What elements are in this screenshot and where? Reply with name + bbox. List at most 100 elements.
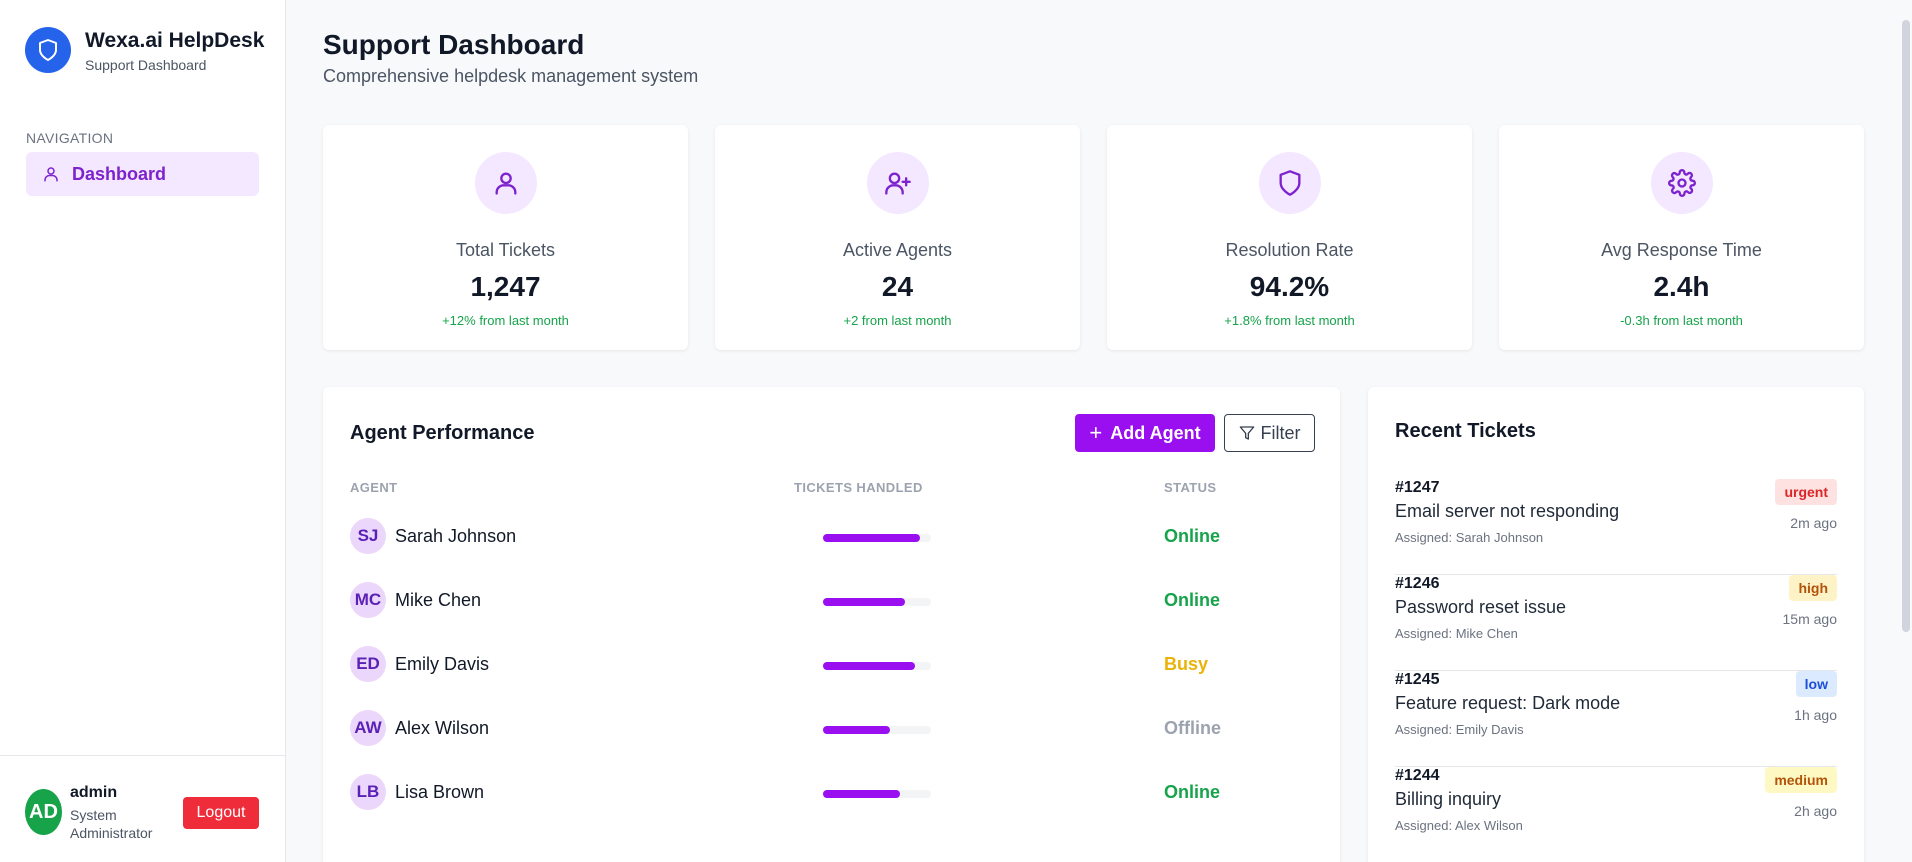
stat-card-resolution-rate: Resolution Rate 94.2% +1.8% from last mo… <box>1107 125 1472 350</box>
ticket-title: Billing inquiry <box>1395 789 1502 809</box>
table-row[interactable]: AW Alex Wilson Offline <box>350 708 1320 748</box>
scrollbar[interactable] <box>1902 20 1910 632</box>
tickets-progress-fill <box>823 790 900 798</box>
table-row[interactable]: SJ Sarah Johnson Online <box>350 516 1320 556</box>
brand: Wexa.ai HelpDesk Support Dashboard <box>25 27 264 73</box>
user-role: System Administrator <box>70 807 153 841</box>
stat-change: -0.3h from last month <box>1620 313 1743 328</box>
table-row[interactable]: LB Lisa Brown Online <box>350 772 1320 812</box>
status-label: Online <box>1164 590 1221 610</box>
column-header-tickets-handled: TICKETS HANDLED <box>794 480 923 495</box>
avatar: LB <box>350 774 386 810</box>
status-label: Offline <box>1164 718 1221 738</box>
avatar: SJ <box>350 518 386 554</box>
ticket-id: #1245 <box>1395 671 1440 688</box>
recent-tickets-card: Recent Tickets #1247 Email server not re… <box>1368 387 1864 862</box>
column-header-agent: AGENT <box>350 480 398 495</box>
page-subtitle: Comprehensive helpdesk management system <box>323 66 699 86</box>
add-agent-button[interactable]: + Add Agent <box>1075 414 1215 452</box>
status-badge: low <box>1795 671 1837 697</box>
stat-value: 1,247 <box>470 271 541 302</box>
tickets-progress-bar <box>823 534 931 542</box>
avatar: AD <box>25 789 62 835</box>
user-plus-icon <box>866 152 929 214</box>
stat-card-total-tickets: Total Tickets 1,247 +12% from last month <box>323 125 688 350</box>
agent-name: Emily Davis <box>395 654 490 674</box>
agent-name: Alex Wilson <box>395 718 490 738</box>
filter-button[interactable]: Filter <box>1224 414 1315 452</box>
page-title: Support Dashboard <box>323 29 585 60</box>
stat-value: 24 <box>881 271 914 302</box>
ticket-time: 2m ago <box>1790 515 1837 531</box>
stat-card-active-agents: Active Agents 24 +2 from last month <box>715 125 1080 350</box>
brand-subtitle: Support Dashboard <box>85 56 207 73</box>
ticket-time: 2h ago <box>1794 803 1837 819</box>
sidebar: Wexa.ai HelpDesk Support Dashboard NAVIG… <box>0 0 286 862</box>
list-item[interactable]: #1247 Email server not responding Assign… <box>1395 479 1837 575</box>
add-agent-label: Add Agent <box>1110 422 1201 443</box>
tickets-progress-bar <box>823 662 931 670</box>
stat-card-avg-response-time: Avg Response Time 2.4h -0.3h from last m… <box>1499 125 1864 350</box>
stat-change: +2 from last month <box>843 313 952 328</box>
stat-label: Avg Response Time <box>1601 240 1762 260</box>
ticket-assignee: Assigned: Emily Davis <box>1395 722 1524 737</box>
ticket-id: #1244 <box>1395 767 1440 784</box>
ticket-assignee: Assigned: Mike Chen <box>1395 626 1518 641</box>
nav-section-label: NAVIGATION <box>26 130 114 146</box>
avatar: ED <box>350 646 386 682</box>
tickets-progress-bar <box>823 726 931 734</box>
agent-performance-title: Agent Performance <box>350 422 535 444</box>
stat-label: Total Tickets <box>455 240 556 260</box>
shield-icon <box>1258 152 1321 214</box>
user-name: admin <box>70 784 118 801</box>
status-badge: high <box>1789 575 1837 601</box>
status-badge: urgent <box>1775 479 1837 505</box>
user-icon <box>44 167 58 182</box>
stat-label: Resolution Rate <box>1225 240 1354 260</box>
filter-label: Filter <box>1260 422 1301 443</box>
user-panel: AD admin System Administrator Logout <box>0 755 286 862</box>
table-row[interactable]: MC Mike Chen Online <box>350 580 1320 620</box>
gear-icon <box>1650 152 1713 214</box>
sidebar-item-label: Dashboard <box>72 163 167 184</box>
agent-name: Lisa Brown <box>395 782 485 802</box>
tickets-progress-fill <box>823 598 906 606</box>
avatar: MC <box>350 582 386 618</box>
table-row[interactable]: ED Emily Davis Busy <box>350 644 1320 684</box>
list-item[interactable]: #1245 Feature request: Dark mode Assigne… <box>1395 671 1837 767</box>
plus-icon: + <box>1089 420 1103 445</box>
list-item[interactable]: #1246 Password reset issue Assigned: Mik… <box>1395 575 1837 671</box>
status-label: Busy <box>1164 654 1209 674</box>
logout-button[interactable]: Logout <box>183 797 259 829</box>
stat-value: 94.2% <box>1249 271 1330 302</box>
ticket-assignee: Assigned: Sarah Johnson <box>1395 530 1544 545</box>
tickets-progress-bar <box>823 598 931 606</box>
stat-label: Active Agents <box>842 240 953 260</box>
ticket-title: Password reset issue <box>1395 597 1567 617</box>
ticket-assignee: Assigned: Alex Wilson <box>1395 818 1523 833</box>
agent-performance-card: Agent Performance + Add Agent Filter AGE… <box>323 387 1340 862</box>
ticket-title: Feature request: Dark mode <box>1395 693 1621 713</box>
ticket-id: #1247 <box>1395 479 1440 496</box>
stat-change: +12% from last month <box>442 313 569 328</box>
filter-icon <box>1239 426 1254 440</box>
agent-name: Sarah Johnson <box>395 526 517 546</box>
column-header-status: STATUS <box>1164 480 1217 495</box>
tickets-progress-fill <box>823 726 890 734</box>
stat-value: 2.4h <box>1653 271 1710 302</box>
agent-name: Mike Chen <box>395 590 482 610</box>
tickets-progress-bar <box>823 790 931 798</box>
stat-change: +1.8% from last month <box>1224 313 1355 328</box>
status-badge: medium <box>1765 767 1837 793</box>
shield-icon <box>25 27 71 73</box>
ticket-time: 1h ago <box>1794 707 1837 723</box>
sidebar-item-dashboard[interactable]: Dashboard <box>26 152 259 196</box>
recent-tickets-title: Recent Tickets <box>1395 420 1536 442</box>
ticket-title: Email server not responding <box>1395 501 1620 521</box>
ticket-time: 15m ago <box>1782 611 1837 627</box>
user-icon <box>474 152 537 214</box>
tickets-progress-fill <box>823 662 915 670</box>
list-item[interactable]: #1244 Billing inquiry Assigned: Alex Wil… <box>1395 767 1837 862</box>
tickets-progress-fill <box>823 534 921 542</box>
ticket-id: #1246 <box>1395 575 1440 592</box>
